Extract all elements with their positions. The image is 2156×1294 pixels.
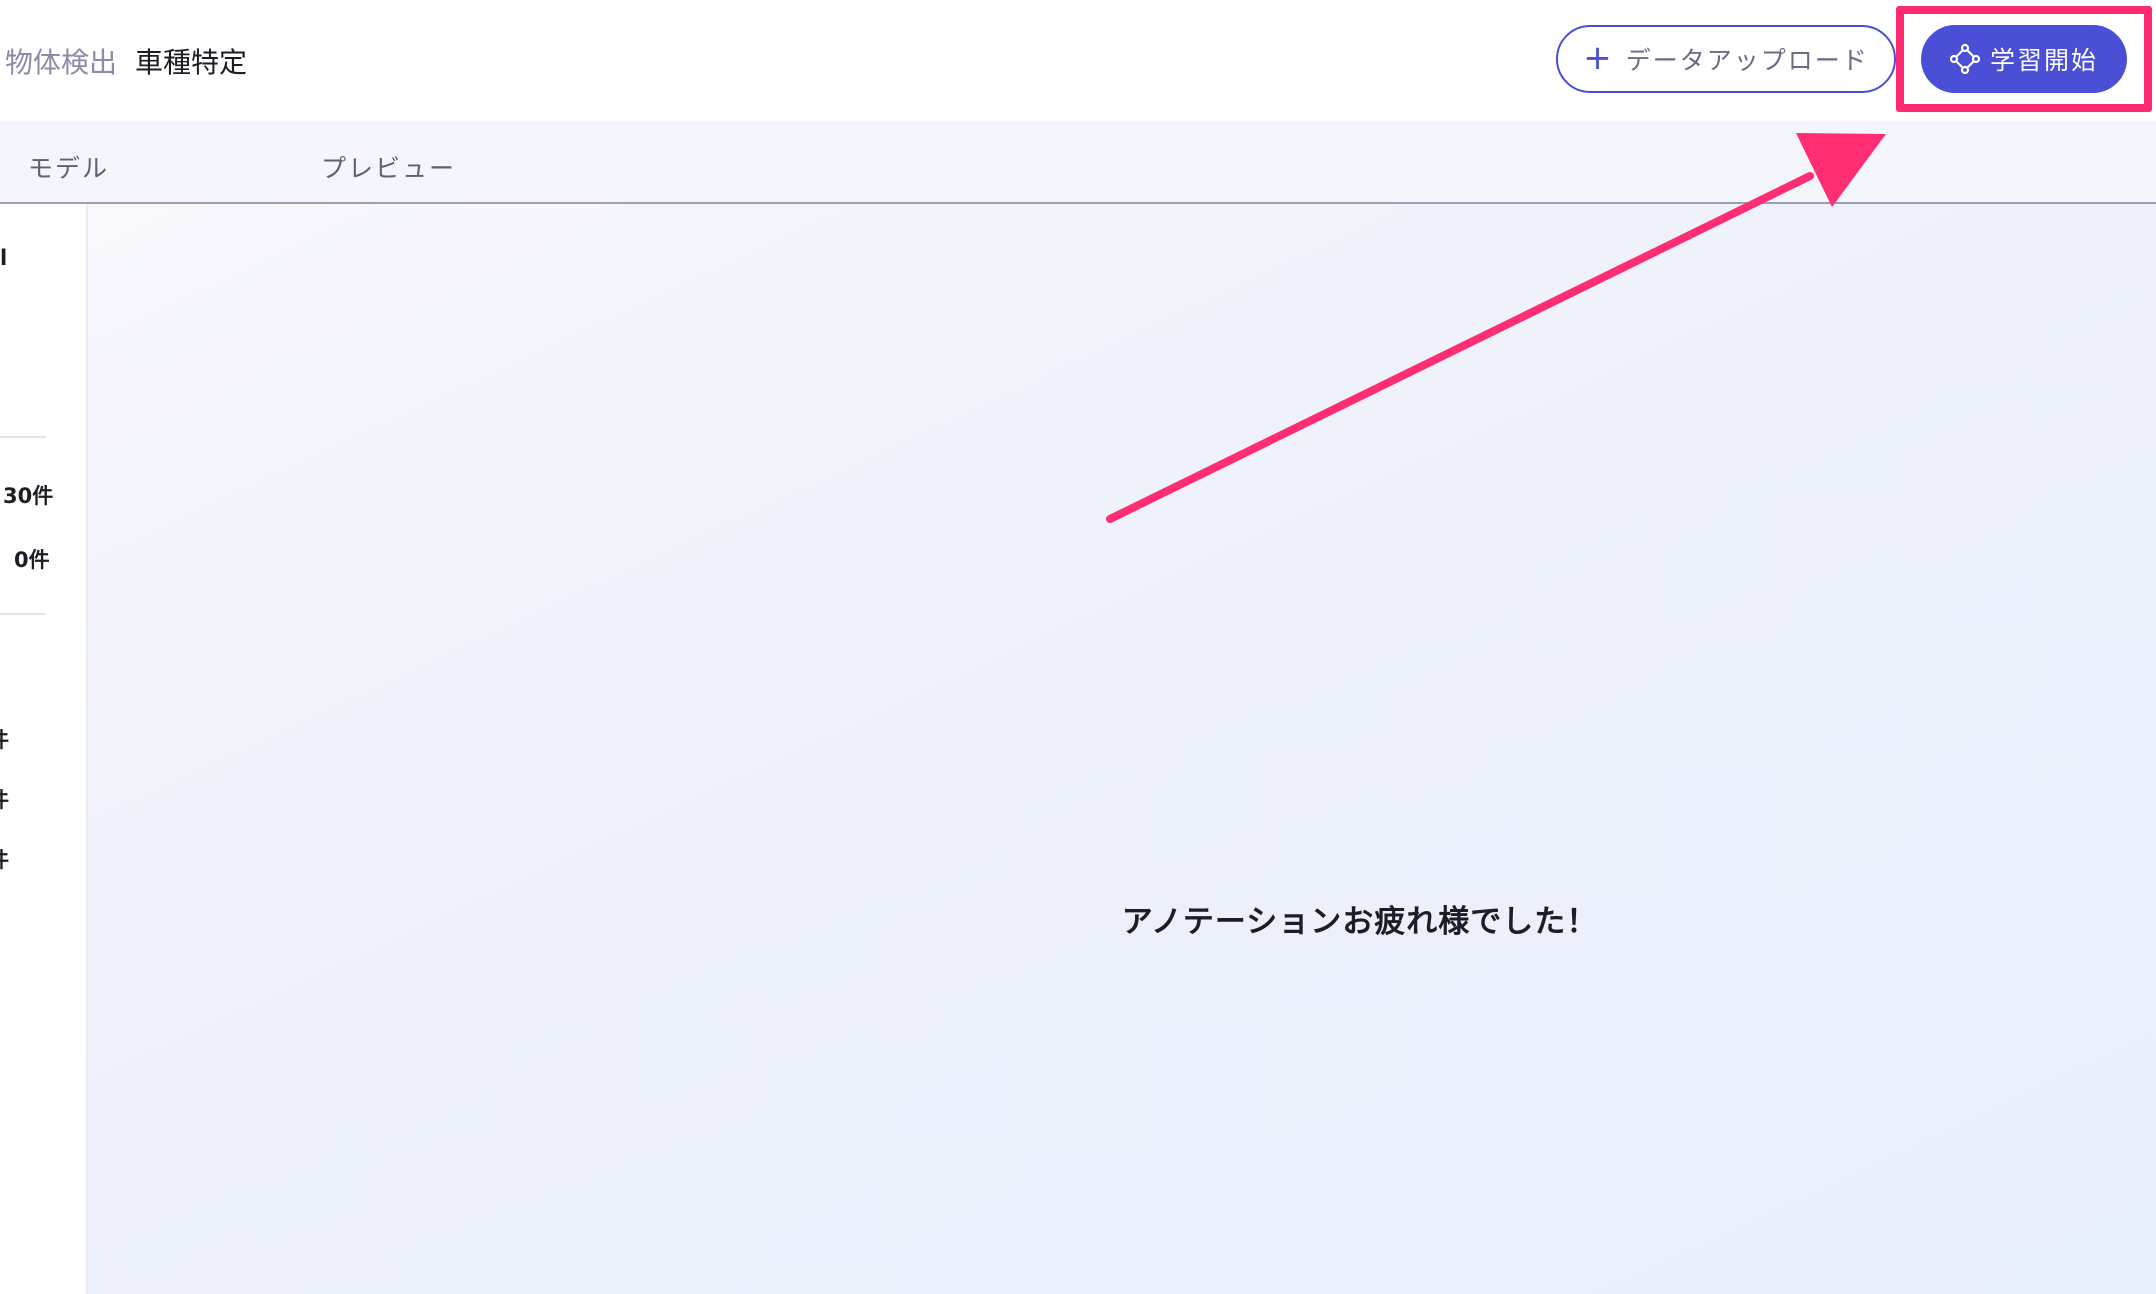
sidebar-count: 件 <box>0 724 9 754</box>
plus-icon: + <box>1583 37 1614 78</box>
sidebar-count: 件 <box>0 784 9 814</box>
tab-model[interactable]: モデル <box>28 149 109 185</box>
main-content: アノテーションお疲れ様でした！ <box>88 204 2156 1294</box>
start-training-button[interactable]: 学習開始 <box>1921 25 2127 93</box>
breadcrumb: 物体検出 車種特定 <box>5 41 247 81</box>
data-upload-label: データアップロード <box>1625 46 1869 75</box>
tab-bar: モデル プレビュー <box>0 121 2156 204</box>
completion-message: アノテーションお疲れ様でした！ <box>1121 904 1599 940</box>
network-icon <box>1949 44 1980 74</box>
sidebar-count: 30件 <box>3 484 54 508</box>
sidebar-count: 件 <box>0 844 9 874</box>
sidebar: l 30件 0件 件 件 件 <box>0 204 88 1294</box>
data-upload-button[interactable]: + データアップロード <box>1556 25 1896 93</box>
top-header: 物体検出 車種特定 + データアップロード 学習開始 <box>0 0 2156 121</box>
sidebar-divider <box>0 436 46 438</box>
sidebar-count: 0件 <box>14 548 50 572</box>
tab-preview[interactable]: プレビュー <box>321 149 456 185</box>
sidebar-partial-text: l <box>0 246 8 270</box>
start-training-label: 学習開始 <box>1989 46 2098 75</box>
sidebar-divider <box>0 613 46 615</box>
breadcrumb-parent[interactable]: 物体検出 <box>5 41 117 81</box>
breadcrumb-current: 車種特定 <box>135 46 248 79</box>
